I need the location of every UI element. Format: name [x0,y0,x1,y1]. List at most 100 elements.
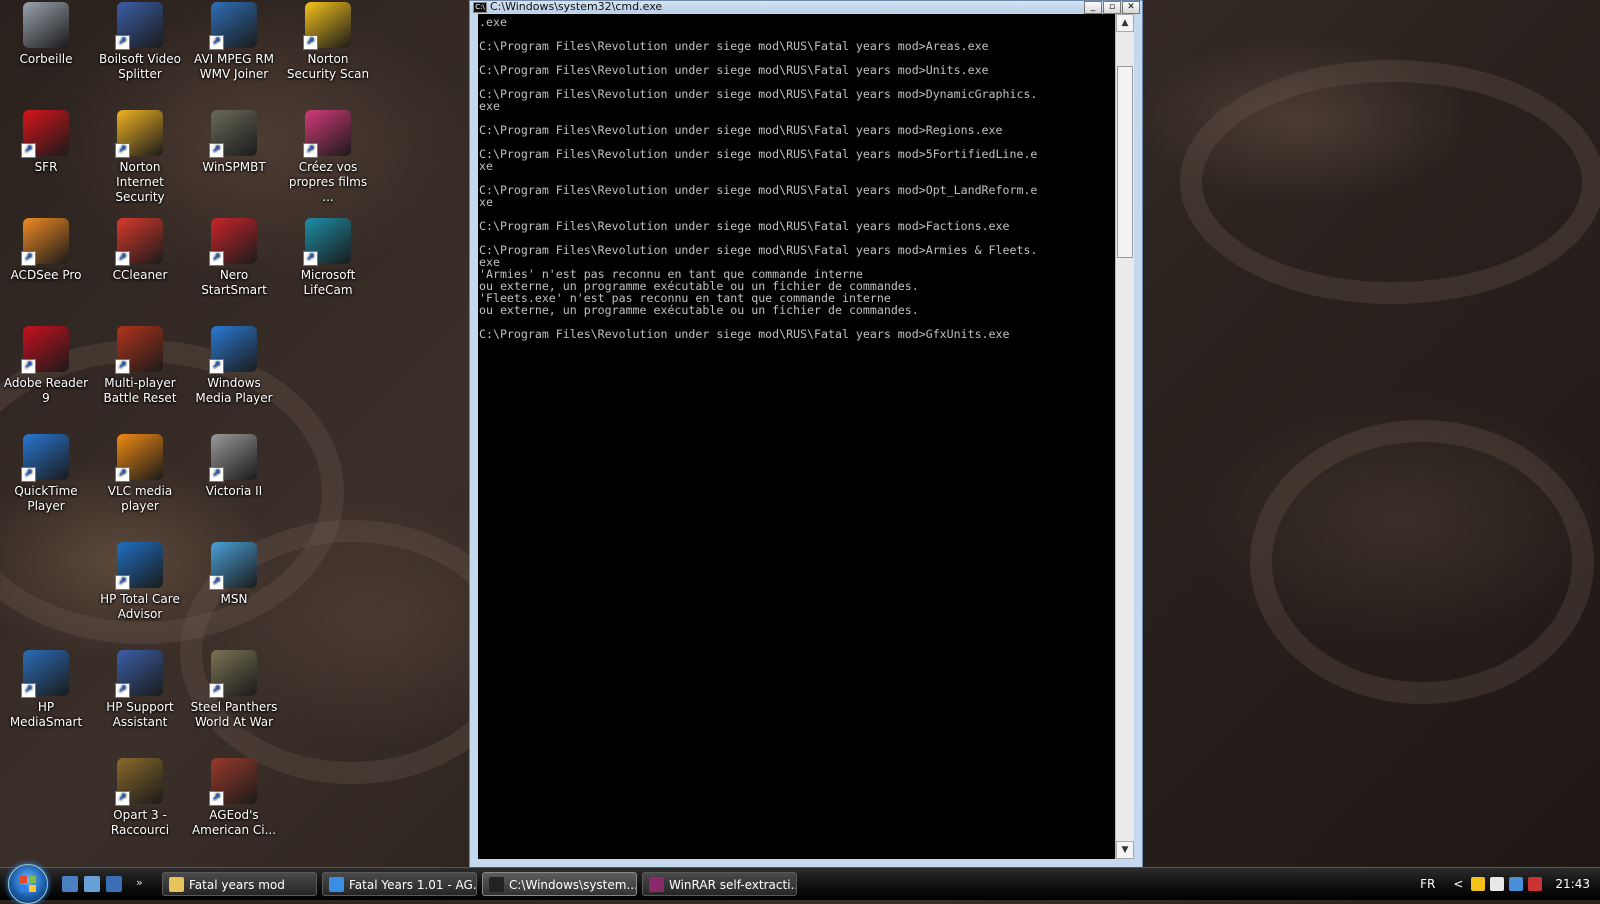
desktop-icon[interactable]: ↗ HP MediaSmart [0,648,92,730]
desktop-icon-label: Windows Media Player [195,376,273,405]
desktop-icon[interactable]: ↗ AGEod's American Ci... [188,756,280,838]
desktop-icon[interactable]: ↗ Boilsoft Video Splitter [94,0,186,82]
scroll-down-icon[interactable]: ▼ [1116,841,1134,859]
checkmark-app-icon[interactable] [106,876,122,892]
console-output-area[interactable]: .exe C:\Program Files\Revolution under s… [478,14,1116,859]
shortcut-arrow-icon: ↗ [115,251,130,266]
desktop-icon[interactable]: ↗ SFR [0,108,92,175]
desktop-icon-label: CCleaner [112,268,168,282]
nero-icon: ↗ [209,218,257,266]
media-player-icon: ↗ [209,326,257,374]
console-text: .exe C:\Program Files\Revolution under s… [479,15,1038,341]
desktop-icon[interactable]: ↗ Microsoft LifeCam [282,216,374,298]
maximize-button[interactable]: ▫ [1103,1,1121,14]
shortcut-arrow-icon: ↗ [21,683,36,698]
switch-windows-icon[interactable] [84,876,100,892]
desktop-icon[interactable]: ↗ Windows Media Player [188,324,280,406]
recycle-bin-icon [23,2,69,48]
desktop-icon-label: Multi-player Battle Reset [103,376,177,405]
taskbar-button-label: Fatal Years 1.01 - AG... [349,878,477,892]
desktop-icon-label: Opart 3 - Raccourci [110,808,170,837]
desktop-icon[interactable]: ↗ ACDSee Pro [0,216,92,283]
desktop-icon[interactable]: ↗ HP Total Care Advisor [94,540,186,622]
desktop-icon[interactable]: ↗ HP Support Assistant [94,648,186,730]
desktop-icon[interactable]: ↗ MSN [188,540,280,607]
desktop-icon[interactable]: ↗ Multi-player Battle Reset [94,324,186,406]
desktop-icon[interactable]: ↗ QuickTime Player [0,432,92,514]
desktop-icon-label: WinSPMBT [202,160,266,174]
show-desktop-icon[interactable] [62,876,78,892]
hp-advisor-icon: ↗ [115,542,163,590]
desktop-icon[interactable]: ↗ Norton Security Scan [282,0,374,82]
wallpaper-swirl [1180,60,1600,304]
scroll-thumb[interactable] [1117,66,1133,258]
desktop-icon[interactable]: Corbeille [0,0,92,67]
cmd-window[interactable]: C:\ C:\Windows\system32\cmd.exe _ ▫ ✕ .e… [469,0,1143,868]
desktop-icon[interactable]: ↗ CCleaner [94,216,186,283]
quick-launch-more-icon[interactable]: » [136,876,143,892]
cmd-icon: C:\ [473,2,487,13]
desktop-icon[interactable]: ↗ Opart 3 - Raccourci [94,756,186,838]
desktop-icon[interactable]: ↗ Nero StartSmart [188,216,280,298]
language-indicator[interactable]: FR [1420,877,1435,891]
scissors-icon: ↗ [115,2,163,50]
clock[interactable]: 21:43 [1555,877,1590,891]
fire-icon: ↗ [115,326,163,374]
pdf-icon: ↗ [21,326,69,374]
desktop-icon-label: SFR [34,160,58,174]
close-button[interactable]: ✕ [1122,1,1140,14]
desktop-icon[interactable]: ↗ Norton Internet Security [94,108,186,205]
desktop-icon-label: QuickTime Player [14,484,78,513]
taskbar-button[interactable]: Fatal years mod [162,872,317,896]
shortcut-arrow-icon: ↗ [115,359,130,374]
desktop-icon-label: Boilsoft Video Splitter [99,52,181,81]
network-tray-icon[interactable] [1509,877,1524,891]
security-tray-icon[interactable] [1490,877,1505,891]
taskbar-button[interactable]: WinRAR self-extracti... [642,872,797,896]
desktop-icon-label: ACDSee Pro [10,268,82,282]
help-icon: ↗ [115,650,163,698]
volume-muted-icon[interactable] [1528,877,1543,891]
minimize-button[interactable]: _ [1084,1,1102,14]
show-hidden-icons-icon[interactable]: < [1453,877,1463,891]
taskbar-button[interactable]: Fatal Years 1.01 - AG... [322,872,477,896]
traffic-cone-icon: ↗ [115,434,163,482]
shortcut-arrow-icon: ↗ [209,143,224,158]
acdsee-icon: ↗ [21,218,69,266]
shortcut-arrow-icon: ↗ [115,791,130,806]
desktop-icon-label: MSN [220,592,248,606]
desktop-icon-label: Norton Security Scan [286,52,370,81]
desktop-icon-label: HP Support Assistant [106,700,174,729]
desktop-icon-label: VLC media player [107,484,173,513]
start-button[interactable] [8,864,48,904]
desktop-icon[interactable]: ↗ WinSPMBT [188,108,280,175]
shortcut-arrow-icon: ↗ [209,359,224,374]
desktop-icon[interactable]: ↗ VLC media player [94,432,186,514]
norton-tray-icon[interactable] [1471,877,1486,891]
desktop-icon-label: AGEod's American Ci... [191,808,277,837]
clapper-icon: ↗ [303,110,351,158]
victoria-icon: ↗ [209,434,257,482]
ie-icon [329,877,344,892]
desktop-icon[interactable]: ↗ Adobe Reader 9 [0,324,92,406]
cmd-titlebar[interactable]: C:\ C:\Windows\system32\cmd.exe _ ▫ ✕ [470,1,1142,14]
wallpaper-swirl [1250,420,1594,704]
scroll-up-icon[interactable]: ▲ [1116,14,1134,32]
desktop-icon[interactable]: ↗ Créez vos propres films ... [282,108,374,205]
desktop-icon[interactable]: ↗ Victoria II [188,432,280,499]
folder-icon [169,877,184,892]
quick-launch: » [62,876,143,892]
desktop-icon[interactable]: ↗ Steel Panthers World At War [188,648,280,730]
windows-logo-icon [20,876,36,892]
taskbar-button[interactable]: C:\Windows\system... [482,872,637,896]
shortcut-arrow-icon: ↗ [303,143,318,158]
vertical-scrollbar[interactable]: ▲ ▼ [1115,14,1134,859]
cmd-icon [489,877,504,892]
desktop-icon-label: Adobe Reader 9 [3,376,89,405]
desktop-icon-label: HP MediaSmart [9,700,83,729]
desktop-icon[interactable]: ↗ AVI MPEG RM WMV Joiner [188,0,280,82]
desktop-icon-label: Nero StartSmart [201,268,267,297]
steel-panthers-icon: ↗ [209,650,257,698]
shortcut-arrow-icon: ↗ [209,791,224,806]
aacw-icon: ↗ [209,758,257,806]
